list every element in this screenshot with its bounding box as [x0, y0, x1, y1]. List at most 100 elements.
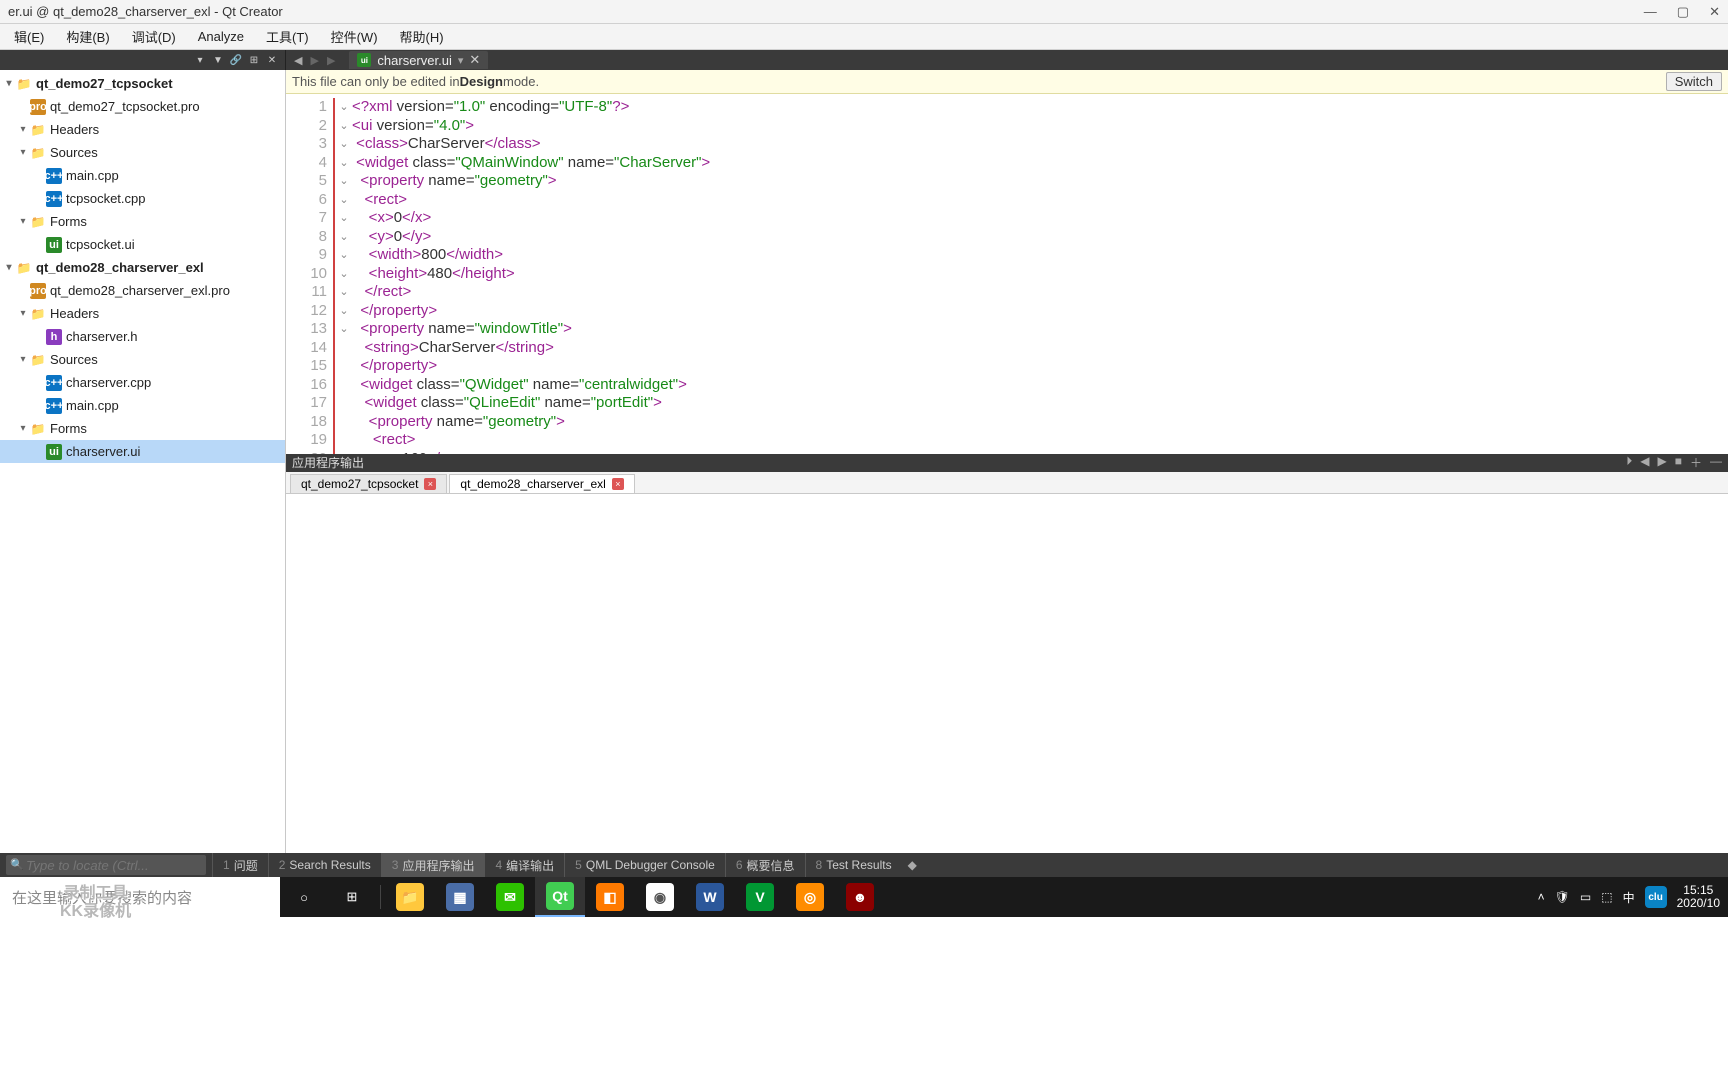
locator-input[interactable] [6, 855, 206, 875]
expand-icon[interactable]: ◆ [908, 858, 917, 872]
app-vim[interactable]: V [735, 877, 785, 917]
output-add-icon[interactable]: ＋ [1690, 454, 1702, 471]
status-pane-button[interactable]: 5 QML Debugger Console [564, 853, 725, 877]
tree-item[interactable]: hcharserver.h [0, 325, 285, 348]
close-pane-icon[interactable]: ✕ [265, 53, 279, 67]
output-body[interactable] [286, 494, 1728, 854]
fold-column[interactable]: ⌄⌄⌄⌄⌄⌄⌄⌄⌄⌄⌄⌄⌄ [336, 94, 352, 454]
menu-item[interactable]: 辑(E) [4, 24, 54, 49]
taskbar-search[interactable]: 在这里输入你要搜索的内容 [0, 877, 280, 917]
tree-item[interactable]: c++charserver.cpp [0, 371, 285, 394]
tree-item[interactable]: ▾Headers [0, 118, 285, 141]
fold-icon[interactable]: ⌄ [336, 172, 352, 191]
code-content[interactable]: <?xml version="1.0" encoding="UTF-8"?><u… [352, 94, 1728, 454]
menu-item[interactable]: 帮助(H) [390, 24, 454, 49]
tree-item[interactable]: c++tcpsocket.cpp [0, 187, 285, 210]
fold-icon[interactable]: ⌄ [336, 246, 352, 265]
menu-item[interactable]: Analyze [188, 26, 254, 47]
app-wechat[interactable]: ✉ [485, 877, 535, 917]
app-word[interactable]: W [685, 877, 735, 917]
app-qtcreator[interactable]: Qt [535, 877, 585, 917]
nav-fwd-icon[interactable]: ▶ [310, 54, 318, 67]
fold-icon[interactable]: ⌄ [336, 117, 352, 136]
twisty-icon[interactable]: ▾ [16, 308, 30, 319]
split-icon[interactable]: ⊞ [247, 53, 261, 67]
output-tab[interactable]: qt_demo28_charserver_exl× [449, 474, 634, 493]
tray-security-icon[interactable]: 🛡 [1555, 890, 1570, 904]
editor-tab-close-icon[interactable]: ✕ [469, 52, 480, 68]
fold-icon[interactable]: ⌄ [336, 209, 352, 228]
filter-icon[interactable]: ▼ [211, 53, 225, 67]
output-filter-icon[interactable]: ⏵ [1626, 454, 1632, 471]
taskview-icon[interactable]: ⊞ [328, 877, 376, 917]
fold-icon[interactable]: ⌄ [336, 283, 352, 302]
fold-icon[interactable]: ⌄ [336, 154, 352, 173]
project-sidebar[interactable]: ▾qt_demo27_tcpsocketproqt_demo27_tcpsock… [0, 70, 286, 853]
tray-clu-icon[interactable]: clu [1645, 886, 1667, 908]
close-icon[interactable]: × [612, 478, 624, 490]
tray-ime[interactable]: 中 [1623, 889, 1635, 906]
dropdown-icon[interactable]: ▾ [193, 53, 207, 67]
output-stop-icon[interactable]: ■ [1675, 454, 1682, 471]
tray-chevron-icon[interactable]: ˄ [1538, 890, 1545, 904]
twisty-icon[interactable]: ▾ [16, 147, 30, 158]
maximize-button[interactable]: ▢ [1677, 4, 1689, 20]
app-redcircle[interactable]: ☻ [835, 877, 885, 917]
tree-item[interactable]: ▾qt_demo27_tcpsocket [0, 72, 285, 95]
app-chrome[interactable]: ◉ [635, 877, 685, 917]
menu-item[interactable]: 工具(T) [256, 24, 319, 49]
output-prev-icon[interactable]: ◀ [1640, 454, 1649, 471]
twisty-icon[interactable]: ▾ [16, 216, 30, 227]
tree-item[interactable]: c++main.cpp [0, 164, 285, 187]
fold-icon[interactable]: ⌄ [336, 135, 352, 154]
output-minus-icon[interactable]: — [1710, 454, 1722, 471]
tree-item[interactable]: ▾Forms [0, 417, 285, 440]
fold-icon[interactable]: ⌄ [336, 320, 352, 339]
app-explorer[interactable]: 📁 [385, 877, 435, 917]
output-next-icon[interactable]: ▶ [1658, 454, 1667, 471]
fold-icon[interactable]: ⌄ [336, 98, 352, 117]
minimize-button[interactable]: — [1644, 4, 1657, 20]
tree-item[interactable]: proqt_demo27_tcpsocket.pro [0, 95, 285, 118]
tree-item[interactable]: ▾qt_demo28_charserver_exl [0, 256, 285, 279]
twisty-icon[interactable]: ▾ [2, 262, 16, 273]
status-pane-button[interactable]: 4 编译输出 [484, 853, 564, 877]
tree-item[interactable]: proqt_demo28_charserver_exl.pro [0, 279, 285, 302]
tree-item[interactable]: c++main.cpp [0, 394, 285, 417]
fold-icon[interactable]: ⌄ [336, 191, 352, 210]
status-pane-button[interactable]: 8 Test Results [805, 853, 902, 877]
status-pane-button[interactable]: 2 Search Results [268, 853, 381, 877]
tree-item[interactable]: uicharserver.ui [0, 440, 285, 463]
cortana-icon[interactable]: ○ [280, 877, 328, 917]
code-editor[interactable]: 1234567891011121314151617181920212223242… [286, 94, 1728, 454]
status-pane-button[interactable]: 1 问题 [212, 853, 268, 877]
status-pane-button[interactable]: 6 概要信息 [725, 853, 805, 877]
output-tab[interactable]: qt_demo27_tcpsocket× [290, 474, 447, 493]
twisty-icon[interactable]: ▾ [16, 423, 30, 434]
tray-date[interactable]: 2020/10 [1677, 897, 1720, 910]
status-pane-button[interactable]: 3 应用程序输出 [381, 853, 485, 877]
switch-mode-button[interactable]: Switch [1666, 72, 1722, 91]
twisty-icon[interactable]: ▾ [16, 124, 30, 135]
link-icon[interactable]: 🔗 [229, 53, 243, 67]
tree-item[interactable]: ▾Sources [0, 141, 285, 164]
app-reader[interactable]: ◧ [585, 877, 635, 917]
menu-item[interactable]: 控件(W) [321, 24, 388, 49]
fold-icon[interactable]: ⌄ [336, 228, 352, 247]
tree-item[interactable]: uitcpsocket.ui [0, 233, 285, 256]
app-orange[interactable]: ◎ [785, 877, 835, 917]
tray-battery-icon[interactable]: ▭ [1580, 890, 1591, 904]
fold-icon[interactable]: ⌄ [336, 265, 352, 284]
menu-item[interactable]: 构建(B) [56, 24, 119, 49]
editor-tab-dropdown-icon[interactable]: ▾ [458, 54, 464, 67]
twisty-icon[interactable]: ▾ [16, 354, 30, 365]
tree-item[interactable]: ▾Sources [0, 348, 285, 371]
close-icon[interactable]: × [424, 478, 436, 490]
editor-tab[interactable]: ui charserver.ui ▾ ✕ [349, 51, 488, 69]
fold-icon[interactable]: ⌄ [336, 302, 352, 321]
twisty-icon[interactable]: ▾ [2, 78, 16, 89]
tree-item[interactable]: ▾Headers [0, 302, 285, 325]
tree-item[interactable]: ▾Forms [0, 210, 285, 233]
menu-item[interactable]: 调试(D) [122, 24, 186, 49]
nav-back-icon[interactable]: ◀ [294, 54, 302, 67]
